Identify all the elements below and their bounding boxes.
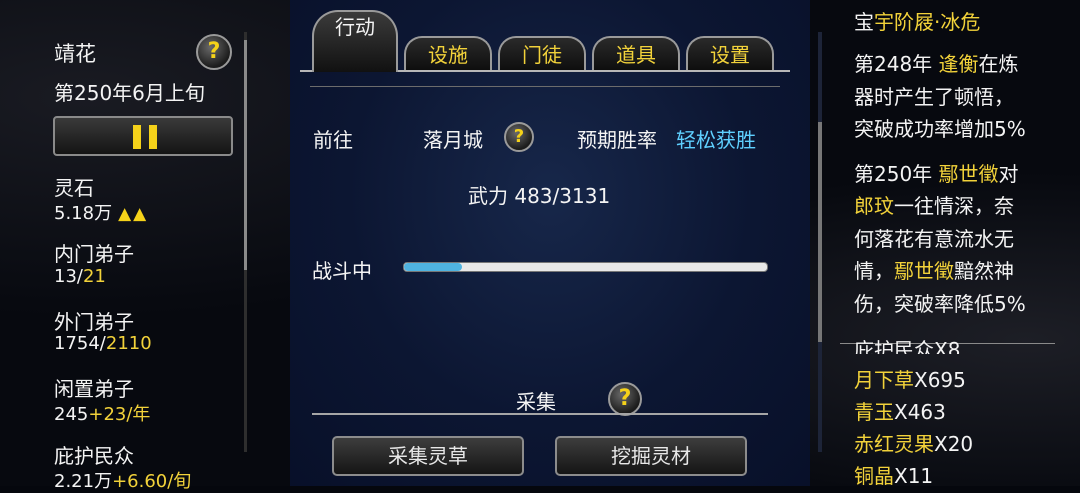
inner-disciples-max: 21	[82, 266, 106, 287]
center-scrollbar[interactable]	[818, 32, 822, 452]
item-name: 月下草	[854, 368, 914, 392]
action-panel: 行动 设施 门徒 道具 设置 前往 落月城 ? 预期胜率 轻松获胜 武力 483…	[290, 0, 822, 486]
event-log-panel: 宝宇阶屐·冰危 第248年 逢衡在炼器时产生了顿悟， 突破成功率增加5% 第250年…	[840, 0, 1080, 489]
pause-icon-bar-right	[149, 125, 157, 149]
item-name: 铜晶	[854, 464, 894, 488]
inner-disciples-count: 13/	[54, 266, 83, 287]
battle-progress-bar	[403, 262, 768, 272]
tab-settings[interactable]: 设置	[686, 36, 774, 70]
log-cut-line: 庇护民众X8	[854, 338, 961, 354]
item-count: X20	[934, 432, 974, 456]
log-line: 何落花有意流水无	[854, 223, 1014, 252]
log-line: 突破成功率增加5%	[854, 113, 1026, 142]
inventory-item: 赤红灵果X20	[854, 428, 973, 457]
inventory-item: 铜晶X11	[854, 460, 933, 489]
protected-people-count: 2.21万	[54, 471, 113, 492]
sect-name: 靖花	[54, 42, 96, 66]
log-line: 郎玟一往情深，奈	[854, 190, 1014, 219]
log-text: 伤，突破率降低5%	[854, 291, 1026, 316]
log-text: 在炼	[978, 52, 1019, 76]
help-icon[interactable]: ?	[196, 34, 232, 70]
log-title: 宝宇阶屐·冰危	[854, 6, 980, 35]
stat-label-spirit-stone: 灵石	[54, 176, 94, 200]
log-text: 情，	[854, 259, 894, 283]
gather-help-icon[interactable]: ?	[608, 382, 642, 416]
outer-disciples-count: 1754/	[54, 333, 106, 354]
character-name: 鄢世徵	[894, 259, 954, 283]
log-text: 一往情深，奈	[894, 194, 1014, 218]
log-line: 第248年 逢衡在炼	[854, 48, 1019, 77]
center-scrollbar-thumb[interactable]	[818, 122, 822, 342]
sect-status-panel: 靖花 ? 第250年6月上旬 灵石 5.18万 ▲▲ 内门弟子 13/21 外门弟…	[0, 0, 290, 492]
stat-value-idle-disciples: 245+23/年	[54, 400, 150, 426]
tab-disciples[interactable]: 门徒	[498, 36, 586, 70]
outer-disciples-max: 2110	[105, 333, 152, 354]
idle-disciples-count: 245	[54, 404, 89, 425]
log-text: 黯然神	[954, 259, 1014, 283]
pause-icon-bar-left	[133, 125, 141, 149]
character-name: 鄢世徵	[938, 161, 999, 186]
tab-bar: 行动 设施 门徒 道具 设置	[290, 0, 810, 90]
stat-label-inner-disciples: 内门弟子	[54, 242, 134, 266]
log-text: 何落花有意流水无	[854, 226, 1014, 251]
stat-value-inner-disciples: 13/21	[54, 266, 106, 287]
left-scrollbar[interactable]	[244, 32, 247, 452]
battle-progress-fill	[404, 263, 463, 271]
power-readout: 武力 483/3131	[468, 184, 611, 208]
tab-items[interactable]: 道具	[592, 36, 680, 70]
win-rate-label: 预期胜率	[577, 128, 657, 152]
item-count: X463	[894, 400, 946, 424]
goto-label: 前往	[313, 128, 353, 152]
stat-label-idle-disciples: 闲置弟子	[54, 377, 134, 401]
win-rate-value: 轻松获胜	[676, 128, 756, 152]
gather-section-title: 采集	[516, 390, 556, 414]
log-line: 器时产生了顿悟，	[854, 81, 1014, 110]
tab-bar-underline	[310, 86, 780, 87]
protected-people-rate: +6.60/旬	[112, 471, 192, 492]
gather-divider	[312, 413, 768, 415]
stat-value-spirit-stone: 5.18万 ▲▲	[54, 199, 148, 225]
item-count: X11	[894, 464, 934, 488]
dig-materials-button[interactable]: 挖掘灵材	[555, 436, 747, 476]
log-line: 伤，突破率降低5%	[854, 288, 1026, 317]
log-line: 情，鄢世徵黯然神	[854, 255, 1014, 284]
item-count: X695	[914, 368, 966, 392]
log-title-name: 宇阶屐·冰危	[874, 10, 981, 34]
log-text: 器时产生了顿悟，	[854, 84, 1014, 109]
destination-name[interactable]: 落月城	[423, 124, 483, 153]
log-text: 对	[998, 161, 1019, 186]
stat-value-outer-disciples: 1754/2110	[54, 333, 152, 354]
inventory-item: 青玉X463	[854, 396, 946, 425]
tab-action-label: 行动	[335, 15, 375, 39]
battle-status-label: 战斗中	[312, 259, 372, 283]
character-name: 逢衡	[938, 52, 979, 76]
left-scrollbar-thumb[interactable]	[244, 40, 247, 270]
log-text: 第250年	[854, 161, 939, 186]
idle-disciples-rate: +23/年	[88, 404, 151, 425]
stat-label-outer-disciples: 外门弟子	[54, 310, 134, 334]
stat-label-protected-people: 庇护民众	[54, 444, 134, 468]
item-name: 赤红灵果	[854, 432, 934, 456]
game-date: 第250年6月上旬	[54, 81, 205, 105]
log-line: 第250年 鄢世徵对	[854, 158, 1019, 187]
inventory-item: 月下草X695	[854, 364, 966, 393]
character-name: 郎玟	[854, 194, 894, 218]
spirit-stone-amount: 5.18万	[54, 203, 113, 224]
log-text: 突破成功率增加5%	[854, 117, 1026, 141]
log-text: 第248年	[854, 52, 939, 76]
item-name: 青玉	[854, 400, 894, 424]
destination-help-icon[interactable]: ?	[504, 122, 534, 152]
tab-facilities[interactable]: 设施	[404, 36, 492, 70]
tab-action[interactable]: 行动	[312, 10, 398, 72]
trend-up-icon: ▲▲	[118, 204, 149, 224]
pause-button[interactable]	[53, 116, 233, 156]
stat-value-protected-people: 2.21万+6.60/旬	[54, 467, 191, 493]
log-title-prefix: 宝	[854, 10, 874, 34]
gather-herbs-button[interactable]: 采集灵草	[332, 436, 524, 476]
